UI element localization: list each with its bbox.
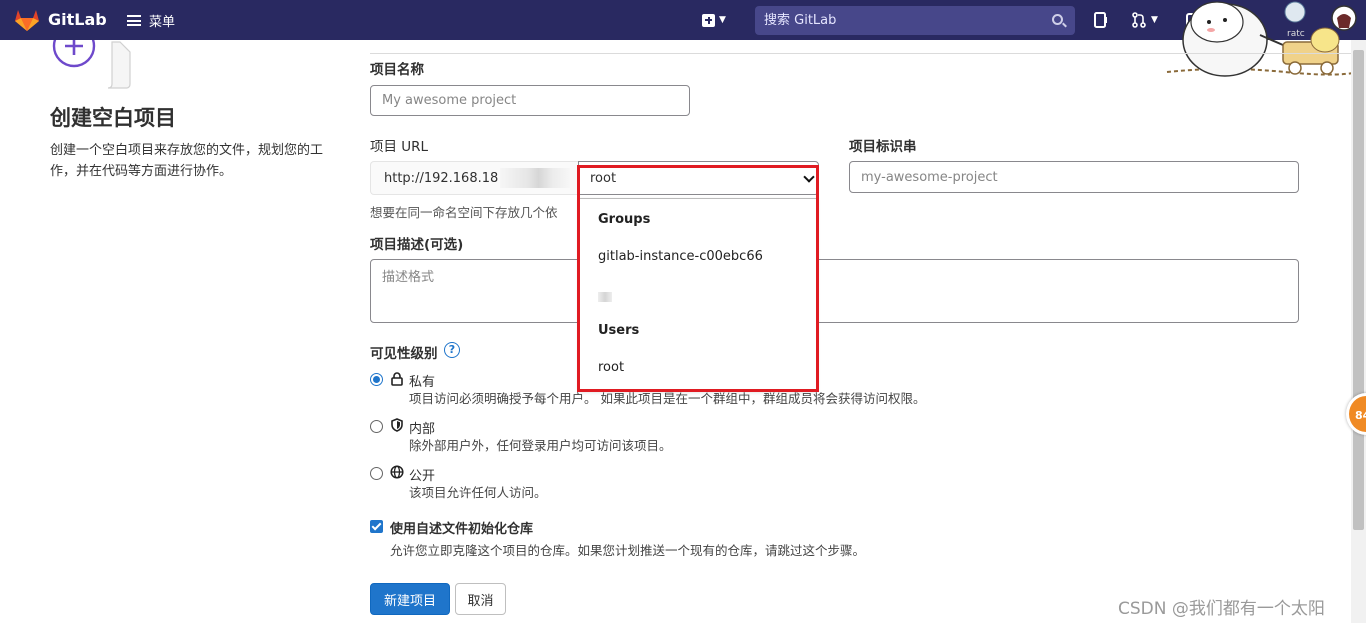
chevron-down-icon	[803, 171, 815, 183]
new-dropdown-button[interactable]: ▼	[702, 12, 734, 28]
username-text: ratc	[1287, 29, 1305, 39]
dropdown-groups-header: Groups	[598, 212, 651, 227]
chevron-down-icon: ▼	[719, 15, 726, 25]
visibility-label: 可见性级别	[370, 346, 438, 362]
project-slug-input[interactable]	[849, 161, 1299, 193]
redacted-ip-blur	[500, 168, 570, 188]
menu-label: 菜单	[149, 15, 176, 30]
project-description-textarea[interactable]	[370, 259, 1299, 323]
floating-badge[interactable]: 84	[1346, 393, 1366, 435]
cancel-button[interactable]: 取消	[455, 583, 506, 615]
dropdown-option-user[interactable]: root	[598, 360, 624, 375]
shield-icon	[391, 418, 403, 432]
hamburger-icon	[127, 15, 141, 26]
radio-public[interactable]	[370, 467, 383, 480]
project-description-label: 项目描述(可选)	[370, 237, 464, 253]
page-description: 创建一个空白项目来存放您的文件，规划您的工作，并在代码等方面进行协作。	[50, 143, 324, 179]
radio-private[interactable]	[370, 373, 383, 386]
page-title: 创建空白项目	[50, 106, 176, 130]
visibility-private-desc: 项目访问必须明确授予每个用户。 如果此项目是在一个群组中，群组成员将会获得访问权…	[409, 391, 926, 406]
radio-internal[interactable]	[370, 420, 383, 433]
search-box[interactable]	[755, 6, 1075, 35]
blank-project-icon	[52, 40, 131, 89]
dropdown-users-header: Users	[598, 323, 640, 338]
visibility-public-desc: 该项目允许任何人访问。	[409, 485, 547, 500]
namespace-selected-value: root	[590, 171, 617, 186]
namespace-select[interactable]: root	[578, 161, 819, 195]
lock-icon	[391, 372, 403, 386]
project-name-input[interactable]	[370, 85, 690, 116]
search-icon	[1052, 14, 1063, 25]
top-navbar: GitLab 菜单 ▼ ▼	[0, 0, 1366, 40]
help-icon[interactable]: ?	[444, 342, 460, 358]
namespace-dropdown-list: Groups gitlab-instance-c00ebc66 Users ro…	[579, 198, 817, 390]
readme-checkbox-label: 使用自述文件初始化仓库	[390, 522, 534, 537]
penguin-sticker-image: ratc	[1166, 1, 1366, 77]
chevron-down-icon: ▼	[1151, 15, 1158, 25]
issues-icon[interactable]	[1094, 12, 1108, 28]
merge-requests-button[interactable]: ▼	[1131, 12, 1167, 28]
create-project-button[interactable]: 新建项目	[370, 583, 450, 615]
visibility-internal-desc: 除外部用户外，任何登录用户均可访问该项目。	[409, 438, 672, 453]
readme-checkbox[interactable]	[370, 520, 383, 533]
globe-icon	[390, 465, 404, 479]
brand-name[interactable]: GitLab	[48, 10, 107, 29]
search-input[interactable]	[755, 6, 1075, 35]
watermark-text: CSDN @我们都有一个太阳	[1118, 599, 1325, 619]
merge-request-icon	[1132, 12, 1146, 28]
namespace-help-text: 想要在同一命名空间下存放几个依	[370, 205, 558, 220]
scrollbar-thumb[interactable]	[1353, 50, 1364, 530]
divider	[370, 53, 1352, 54]
project-name-label: 项目名称	[370, 62, 424, 78]
project-slug-label: 项目标识串	[849, 139, 917, 155]
plus-icon	[702, 13, 715, 27]
gitlab-logo-icon[interactable]	[14, 8, 40, 32]
redacted-option-blur[interactable]	[598, 292, 612, 302]
readme-checkbox-desc: 允许您立即克隆这个项目的仓库。如果您计划推送一个现有的仓库，请跳过这个步骤。	[390, 543, 866, 558]
dropdown-option-group[interactable]: gitlab-instance-c00ebc66	[598, 249, 763, 264]
menu-button[interactable]: 菜单	[127, 11, 175, 30]
project-url-label: 项目 URL	[370, 139, 429, 155]
